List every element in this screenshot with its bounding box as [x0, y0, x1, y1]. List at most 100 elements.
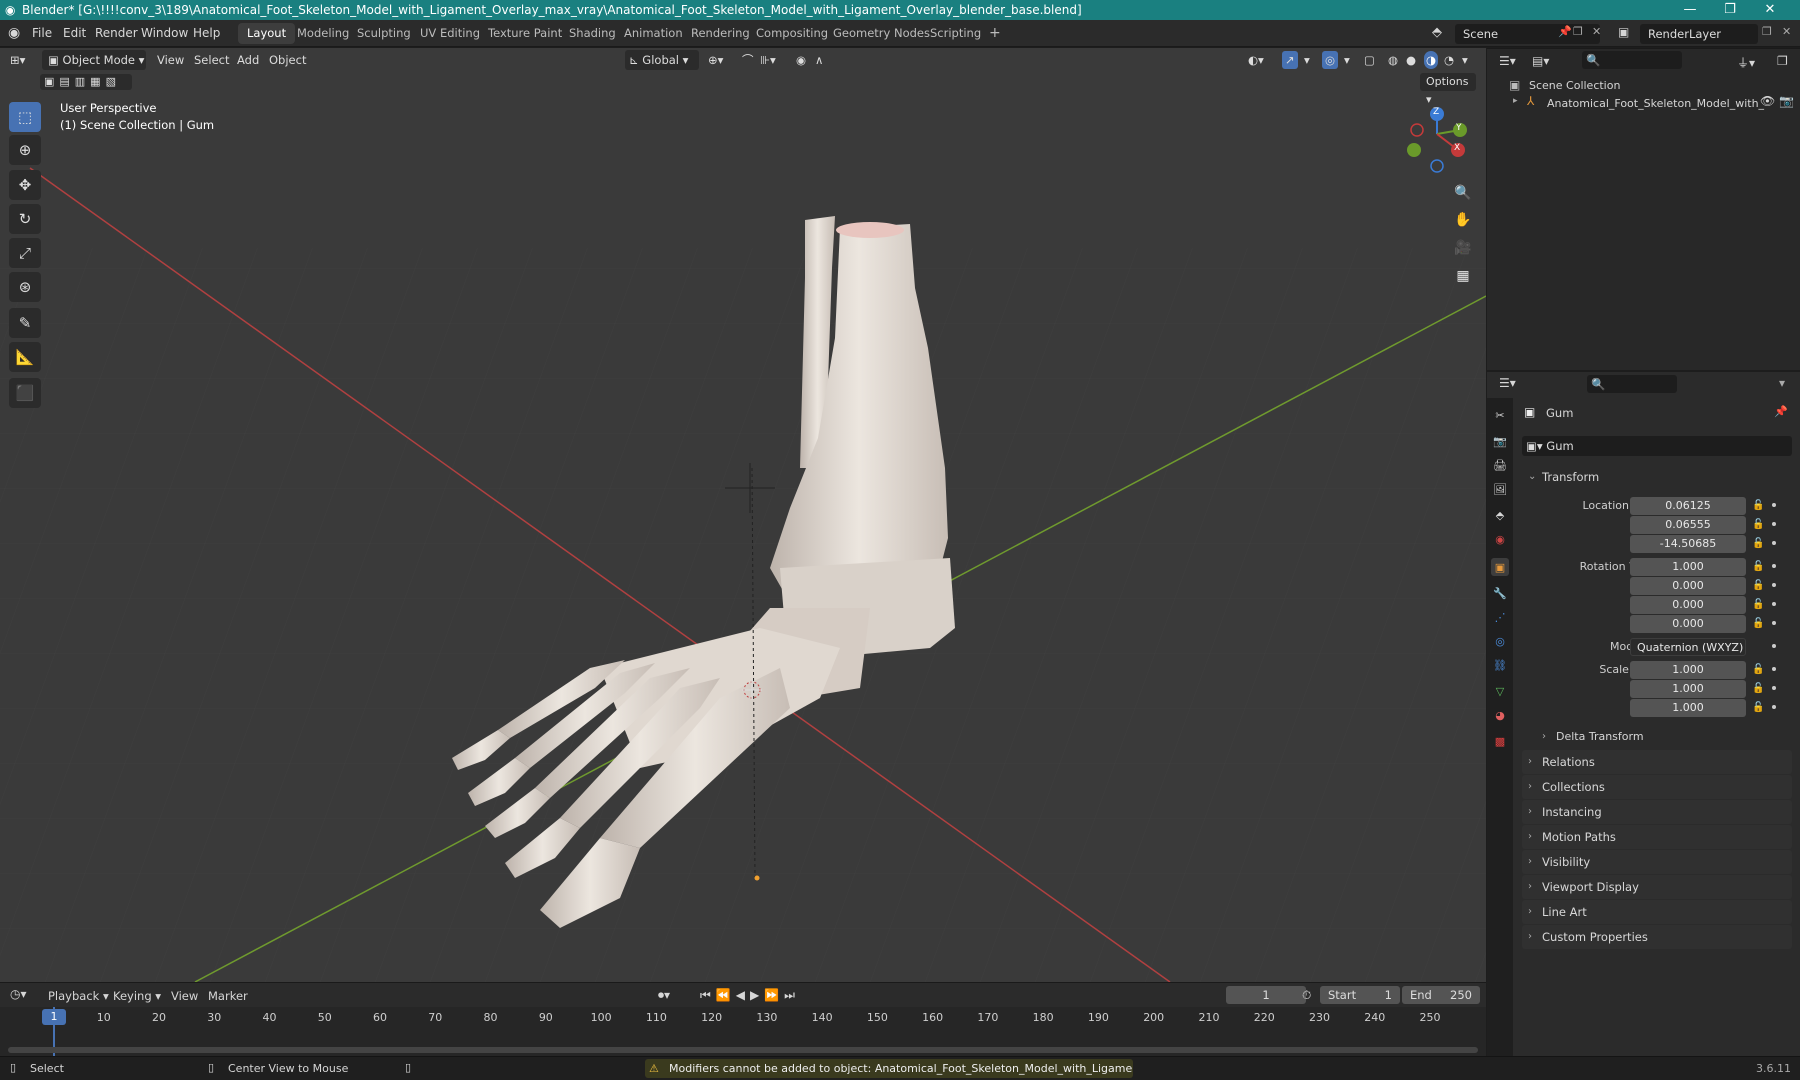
- tab-layout[interactable]: Layout: [238, 23, 296, 44]
- new-layer-icon[interactable]: ❐: [1762, 25, 1772, 38]
- filter-icon[interactable]: ⏚▾: [1737, 54, 1755, 71]
- keyframe-dot[interactable]: [1772, 583, 1776, 587]
- blender-menu-icon[interactable]: ◉: [8, 20, 20, 47]
- playback-controls[interactable]: ⏮⏪◀▶⏩⏭: [700, 988, 800, 1003]
- properties-search-input[interactable]: 🔍: [1587, 375, 1677, 393]
- lock-icon[interactable]: 🔓: [1752, 661, 1764, 679]
- custom-properties-panel[interactable]: › Custom Properties: [1522, 925, 1792, 949]
- gizmo-toggle-icon[interactable]: ↗: [1282, 51, 1298, 69]
- keyframe-dot[interactable]: [1772, 686, 1776, 690]
- delete-layer-icon[interactable]: ✕: [1782, 25, 1791, 38]
- minimize-button[interactable]: —: [1670, 0, 1710, 20]
- modifier-tab-icon[interactable]: 🔧: [1491, 584, 1509, 602]
- rotation-w-field[interactable]: 1.000: [1630, 558, 1746, 576]
- transform-panel-header[interactable]: ⌄ Transform: [1522, 466, 1792, 488]
- viewport-menu-add[interactable]: Add: [237, 48, 259, 72]
- selection-mode-buttons[interactable]: ▣▤▥▦▧: [40, 74, 132, 90]
- menu-file[interactable]: File: [32, 20, 52, 47]
- proportional-edit-icon[interactable]: ◉: [796, 48, 806, 72]
- scale-y-field[interactable]: 1.000: [1630, 680, 1746, 698]
- scale-tool[interactable]: ⤢: [9, 238, 41, 268]
- visibility-panel[interactable]: › Visibility: [1522, 850, 1792, 874]
- start-frame-field[interactable]: Start 1: [1320, 986, 1400, 1004]
- keyframe-dot[interactable]: [1772, 564, 1776, 568]
- viewport-menu-view[interactable]: View: [157, 48, 184, 72]
- timeline-track[interactable]: 10 20 30 40 50 60 70 80 90 100 110 120 130 140 150 160 1…: [0, 1007, 1486, 1057]
- lock-icon[interactable]: 🔓: [1752, 699, 1764, 717]
- render-camera-icon[interactable]: 📷: [1779, 94, 1794, 108]
- view-layer-tab-icon[interactable]: 🖼: [1491, 480, 1509, 498]
- move-tool[interactable]: ✥: [9, 170, 41, 200]
- material-tab-icon[interactable]: ◕: [1491, 706, 1509, 724]
- timeline-menu-view[interactable]: View: [171, 989, 198, 1003]
- pin-icon[interactable]: 📌: [1558, 25, 1572, 38]
- rotation-mode-dropdown[interactable]: Quaternion (WXYZ) ▾: [1630, 638, 1746, 672]
- current-frame-field[interactable]: 1: [1226, 986, 1306, 1004]
- perspective-toggle-icon[interactable]: ▦: [1450, 263, 1476, 289]
- lock-icon[interactable]: 🔓: [1752, 596, 1764, 614]
- motion-paths-panel[interactable]: › Motion Paths: [1522, 825, 1792, 849]
- world-tab-icon[interactable]: ◉: [1491, 530, 1509, 548]
- gizmo-dropdown-icon[interactable]: ▾: [1304, 48, 1310, 72]
- relations-panel[interactable]: › Relations: [1522, 750, 1792, 774]
- line-art-panel[interactable]: › Line Art: [1522, 900, 1792, 924]
- rotation-x-field[interactable]: 0.000: [1630, 577, 1746, 595]
- stopwatch-icon[interactable]: ⏱: [1302, 988, 1311, 1003]
- delta-transform-subpanel[interactable]: › Delta Transform: [1536, 726, 1792, 748]
- scale-z-field[interactable]: 1.000: [1630, 699, 1746, 717]
- overlay-dropdown-icon[interactable]: ▾: [1344, 48, 1350, 72]
- transform-orientation[interactable]: ⊾ Global ▾: [625, 50, 699, 70]
- keyframe-dot[interactable]: [1772, 602, 1776, 606]
- properties-dropdown-icon[interactable]: ▾: [1779, 376, 1785, 390]
- close-button[interactable]: ✕: [1750, 0, 1790, 20]
- shading-dropdown-icon[interactable]: ▾: [1462, 48, 1468, 72]
- menu-help[interactable]: Help: [193, 20, 220, 47]
- 3d-viewport[interactable]: [0, 48, 1486, 982]
- output-tab-icon[interactable]: 🖨: [1491, 456, 1509, 474]
- zoom-icon[interactable]: 🔍: [1450, 180, 1476, 206]
- lock-icon[interactable]: 🔓: [1752, 577, 1764, 595]
- snap-icon[interactable]: ⌒: [742, 48, 754, 72]
- timeline-scrollbar[interactable]: [8, 1047, 1478, 1053]
- material-shading-icon[interactable]: ◑: [1424, 51, 1439, 69]
- solid-shading-icon[interactable]: ●: [1406, 48, 1416, 72]
- tab-texture-paint[interactable]: Texture Paint: [479, 23, 571, 44]
- lock-icon[interactable]: 🔓: [1752, 615, 1764, 633]
- timeline-editor-icon[interactable]: ◷▾: [10, 987, 27, 1001]
- outliner-search-input[interactable]: 🔍: [1582, 51, 1682, 69]
- location-x-field[interactable]: 0.06125: [1630, 497, 1746, 515]
- pin-properties-icon[interactable]: 📌: [1774, 405, 1788, 418]
- record-keyframe-icon[interactable]: ⏺▾: [658, 988, 670, 1003]
- rotate-tool[interactable]: ↻: [9, 204, 41, 234]
- timeline-menu-playback[interactable]: Playback ▾: [48, 989, 109, 1003]
- lock-icon[interactable]: 🔓: [1752, 680, 1764, 698]
- keyframe-dot[interactable]: [1772, 644, 1776, 648]
- outliner-item[interactable]: Anatomical_Foot_Skeleton_Model_with_: [1547, 97, 1764, 110]
- lock-icon[interactable]: 🔓: [1752, 497, 1764, 515]
- keyframe-dot[interactable]: [1772, 705, 1776, 709]
- measure-tool[interactable]: 📐: [9, 342, 41, 372]
- lock-icon[interactable]: 🔓: [1752, 558, 1764, 576]
- mode-selector[interactable]: ▣ Object Mode ▾: [42, 50, 146, 70]
- visibility-eye-icon[interactable]: 👁: [1760, 94, 1775, 108]
- scene-tab-icon[interactable]: ⬘: [1491, 506, 1509, 524]
- render-tab-icon[interactable]: 📷: [1491, 432, 1509, 450]
- constraints-tab-icon[interactable]: ⛓: [1491, 656, 1509, 674]
- timeline-menu-keying[interactable]: Keying ▾: [113, 989, 161, 1003]
- viewport-menu-object[interactable]: Object: [269, 48, 306, 72]
- instancing-panel[interactable]: › Instancing: [1522, 800, 1792, 824]
- viewport-menu-select[interactable]: Select: [194, 48, 229, 72]
- cursor-tool[interactable]: ⊕: [9, 135, 41, 165]
- pivot-icon[interactable]: ⊕▾: [708, 48, 723, 72]
- display-mode-icon[interactable]: ▤▾: [1532, 54, 1549, 68]
- keyframe-dot[interactable]: [1772, 522, 1776, 526]
- options-dropdown[interactable]: Options ▾: [1420, 73, 1476, 106]
- menu-render[interactable]: Render: [95, 20, 138, 47]
- timeline-menu-marker[interactable]: Marker: [208, 989, 248, 1003]
- rendered-shading-icon[interactable]: ◔: [1444, 48, 1454, 72]
- new-collection-icon[interactable]: ❐: [1777, 54, 1788, 68]
- pan-hand-icon[interactable]: ✋: [1450, 207, 1476, 233]
- rotation-z-field[interactable]: 0.000: [1630, 615, 1746, 633]
- navigation-gizmo[interactable]: Z Y X: [1402, 104, 1472, 174]
- editor-type-icon[interactable]: ⊞▾: [10, 48, 25, 72]
